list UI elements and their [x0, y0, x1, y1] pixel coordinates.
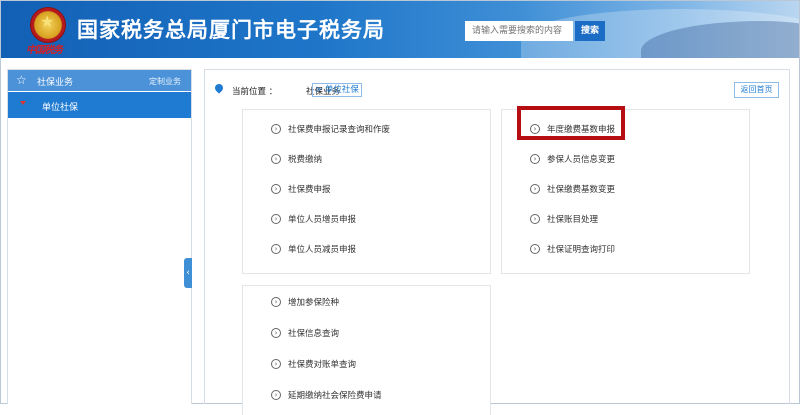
circle-chevron-right-icon: ›	[271, 124, 281, 134]
service-item[interactable]: › 社保信息查询	[271, 325, 339, 341]
star-outline-icon: ☆	[16, 73, 27, 87]
seal-logo-text: 中国税务	[26, 45, 63, 56]
service-item-label: 延期缴纳社会保险费申请	[288, 391, 382, 401]
caret-down-icon	[20, 101, 26, 105]
circle-chevron-right-icon: ›	[271, 390, 281, 400]
circle-chevron-right-icon: ›	[530, 214, 540, 224]
service-item[interactable]: › 社保费对账单查询	[271, 356, 356, 372]
circle-chevron-right-icon: ›	[530, 154, 540, 164]
service-item-label: 社保证明查询打印	[547, 245, 616, 255]
tax-emblem-icon: ★	[30, 7, 66, 43]
circle-chevron-right-icon: ›	[271, 297, 281, 307]
service-item[interactable]: › 延期缴纳社会保险费申请	[271, 387, 382, 403]
breadcrumb-label: 当前位置 ：	[232, 87, 278, 97]
circle-chevron-right-icon: ›	[271, 214, 281, 224]
sidebar-item-label: 单位社保	[42, 103, 79, 113]
service-item[interactable]: › 社保费申报记录查询和作废	[271, 121, 390, 137]
service-item[interactable]: › 单位人员增员申报	[271, 211, 356, 227]
sidebar-item-unit-social-security[interactable]: 单位社保	[8, 92, 191, 118]
service-item-label: 税费缴纳	[288, 155, 323, 165]
service-item-label: 社保缴费基数变更	[547, 185, 616, 195]
site-title: 国家税务总局厦门市电子税务局	[77, 18, 385, 42]
highlight-box	[517, 106, 625, 140]
back-home-button[interactable]: 返回首页	[734, 82, 779, 98]
sidebar: ☆ 社保业务 定制业务 单位社保	[7, 69, 192, 404]
service-item[interactable]: › 税费缴纳	[271, 151, 322, 167]
service-item-label: 社保账目处理	[547, 215, 599, 225]
service-item[interactable]: › 单位人员减员申报	[271, 241, 356, 257]
circle-chevron-right-icon: ›	[530, 184, 540, 194]
breadcrumb-current: > 单位社保	[312, 83, 362, 97]
service-item[interactable]: › 社保证明查询打印	[530, 241, 615, 257]
sidebar-collapse-button[interactable]: ‹	[184, 258, 192, 288]
circle-chevron-right-icon: ›	[271, 359, 281, 369]
service-item-label: 增加参保险种	[288, 298, 340, 308]
service-item-label: 社保费对账单查询	[288, 360, 357, 370]
service-item[interactable]: › 参保人员信息变更	[530, 151, 615, 167]
location-pin-icon	[213, 82, 225, 94]
service-item-label: 参保人员信息变更	[547, 155, 616, 165]
main-content: 当前位置 ： 社保业务 > 单位社保 返回首页 › 社保费申报记录查询和作废 › 税…	[204, 69, 790, 415]
service-item[interactable]: › 社保账目处理	[530, 211, 598, 227]
service-panel: › 社保费申报记录查询和作废 › 税费缴纳 › 社保费申报 › 单位人员增员申报 › 单位…	[242, 109, 491, 274]
circle-chevron-right-icon: ›	[271, 328, 281, 338]
sidebar-header: ☆ 社保业务 定制业务	[8, 70, 191, 91]
service-item-label: 单位人员增员申报	[288, 215, 357, 225]
site-header: ★ 中国税务 国家税务总局厦门市电子税务局 搜索	[1, 1, 799, 58]
service-panel: › 增加参保险种 › 社保信息查询 › 社保费对账单查询 › 延期缴纳社会保险费申请	[242, 285, 491, 415]
circle-chevron-right-icon: ›	[530, 244, 540, 254]
sidebar-section-title: 社保业务	[37, 78, 74, 88]
service-item-label: 社保信息查询	[288, 329, 340, 339]
search-input[interactable]	[465, 21, 573, 41]
circle-chevron-right-icon: ›	[271, 244, 281, 254]
service-item[interactable]: › 社保缴费基数变更	[530, 181, 615, 197]
service-item-label: 社保费申报	[288, 185, 331, 195]
search-button[interactable]: 搜索	[575, 21, 605, 41]
service-item-label: 单位人员减员申报	[288, 245, 357, 255]
service-item[interactable]: › 社保费申报	[271, 181, 331, 197]
service-item[interactable]: › 增加参保险种	[271, 294, 339, 310]
circle-chevron-right-icon: ›	[271, 184, 281, 194]
custom-business-link[interactable]: 定制业务	[149, 76, 181, 87]
circle-chevron-right-icon: ›	[271, 154, 281, 164]
service-item-label: 社保费申报记录查询和作废	[288, 125, 391, 135]
